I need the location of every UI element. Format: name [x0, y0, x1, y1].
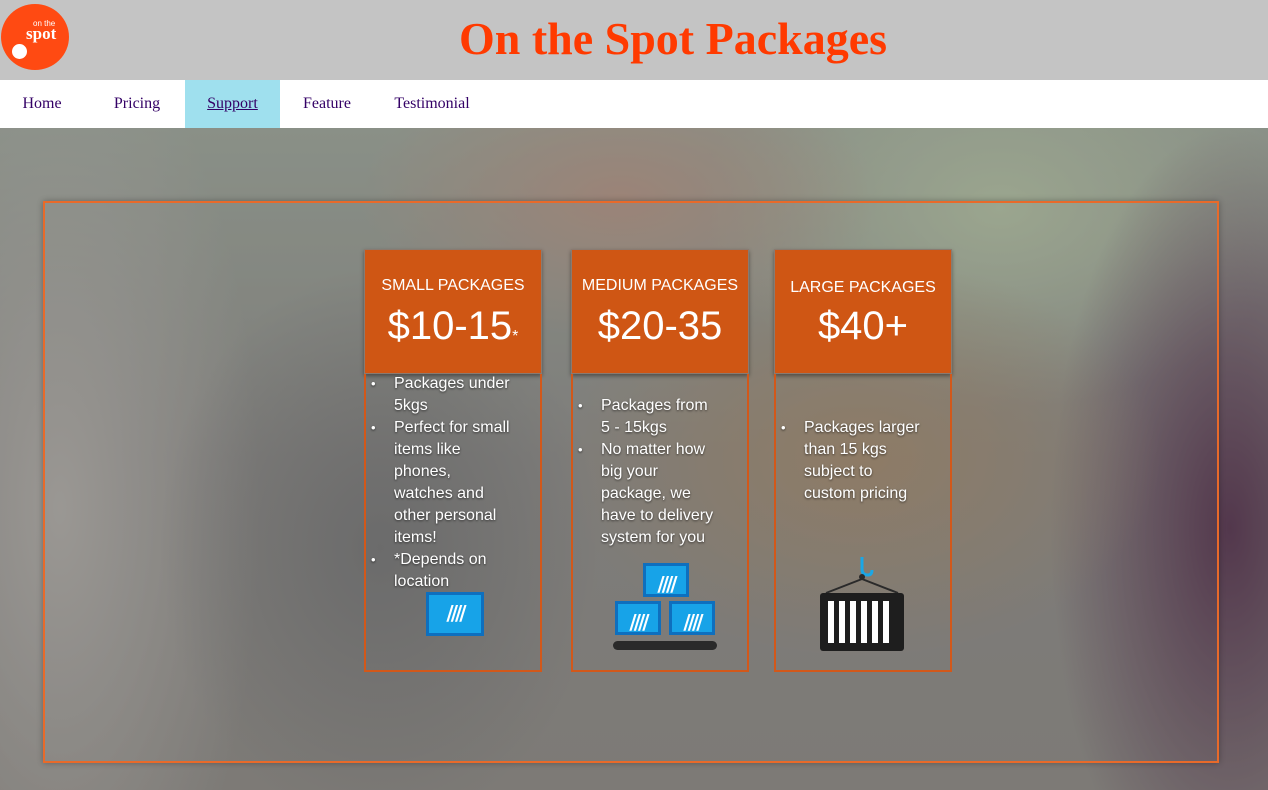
card-price: $10-15*	[365, 306, 541, 346]
crate-icon	[426, 592, 484, 636]
container-rib	[872, 601, 878, 643]
card-title: MEDIUM PACKAGES	[581, 277, 739, 294]
shipping-container-icon	[820, 557, 904, 651]
card-header: SMALL PACKAGES $10-15*	[364, 249, 542, 374]
feature-list: Packages larger than 15 kgs subject to c…	[774, 417, 922, 505]
nav-testimonial[interactable]: Testimonial	[380, 80, 484, 128]
card-header: MEDIUM PACKAGES $20-35	[571, 249, 749, 374]
crane-hook-icon	[860, 557, 874, 577]
card-price: $20-35	[572, 306, 748, 346]
stacked-crates-icon	[613, 563, 719, 653]
container-rib	[861, 601, 867, 643]
main-nav: Home Pricing Support Feature Testimonial	[0, 80, 1268, 128]
pricing-card-medium: MEDIUM PACKAGES $20-35 Packages from 5 -…	[571, 249, 749, 672]
feature-item: Packages under 5kgs	[371, 373, 512, 417]
crate-icon	[669, 601, 715, 635]
crate-icon	[615, 601, 661, 635]
feature-item: No matter how big your package, we have …	[578, 439, 719, 549]
container-rib	[883, 601, 889, 643]
nav-feature[interactable]: Feature	[282, 80, 372, 128]
hero-section: SMALL PACKAGES $10-15* Packages under 5k…	[0, 128, 1268, 790]
feature-item: *Depends on location	[371, 549, 512, 593]
container-rib	[828, 601, 834, 643]
sling-line	[825, 578, 863, 594]
nav-home[interactable]: Home	[0, 80, 84, 128]
card-header: LARGE PACKAGES $40+	[774, 249, 952, 374]
page-title: On the Spot Packages	[458, 13, 888, 64]
pricing-card-large: LARGE PACKAGES $40+ Packages larger than…	[774, 249, 952, 672]
feature-list: Packages from 5 - 15kgs No matter how bi…	[571, 395, 719, 549]
card-price: $40+	[775, 306, 951, 346]
pricing-card-small: SMALL PACKAGES $10-15* Packages under 5k…	[364, 249, 542, 672]
container-rib	[839, 601, 845, 643]
price-value: $10-15	[387, 304, 513, 348]
feature-item: Packages larger than 15 kgs subject to c…	[781, 417, 922, 505]
sling-line	[861, 578, 899, 594]
card-title: SMALL PACKAGES	[381, 277, 525, 294]
site-header: on the spot On the Spot Packages	[0, 0, 1268, 80]
container-rib	[850, 601, 856, 643]
crate-icon	[643, 563, 689, 597]
feature-item: Packages from 5 - 15kgs	[578, 395, 719, 439]
nav-pricing[interactable]: Pricing	[92, 80, 182, 128]
price-asterisk: *	[512, 328, 519, 345]
price-value: $40+	[817, 304, 909, 348]
card-title: LARGE PACKAGES	[790, 279, 936, 296]
pallet-icon	[613, 641, 717, 650]
feature-list: Packages under 5kgs Perfect for small it…	[364, 373, 512, 593]
price-value: $20-35	[597, 304, 723, 348]
feature-item: Perfect for small items like phones, wat…	[371, 417, 512, 549]
nav-support[interactable]: Support	[185, 80, 280, 128]
